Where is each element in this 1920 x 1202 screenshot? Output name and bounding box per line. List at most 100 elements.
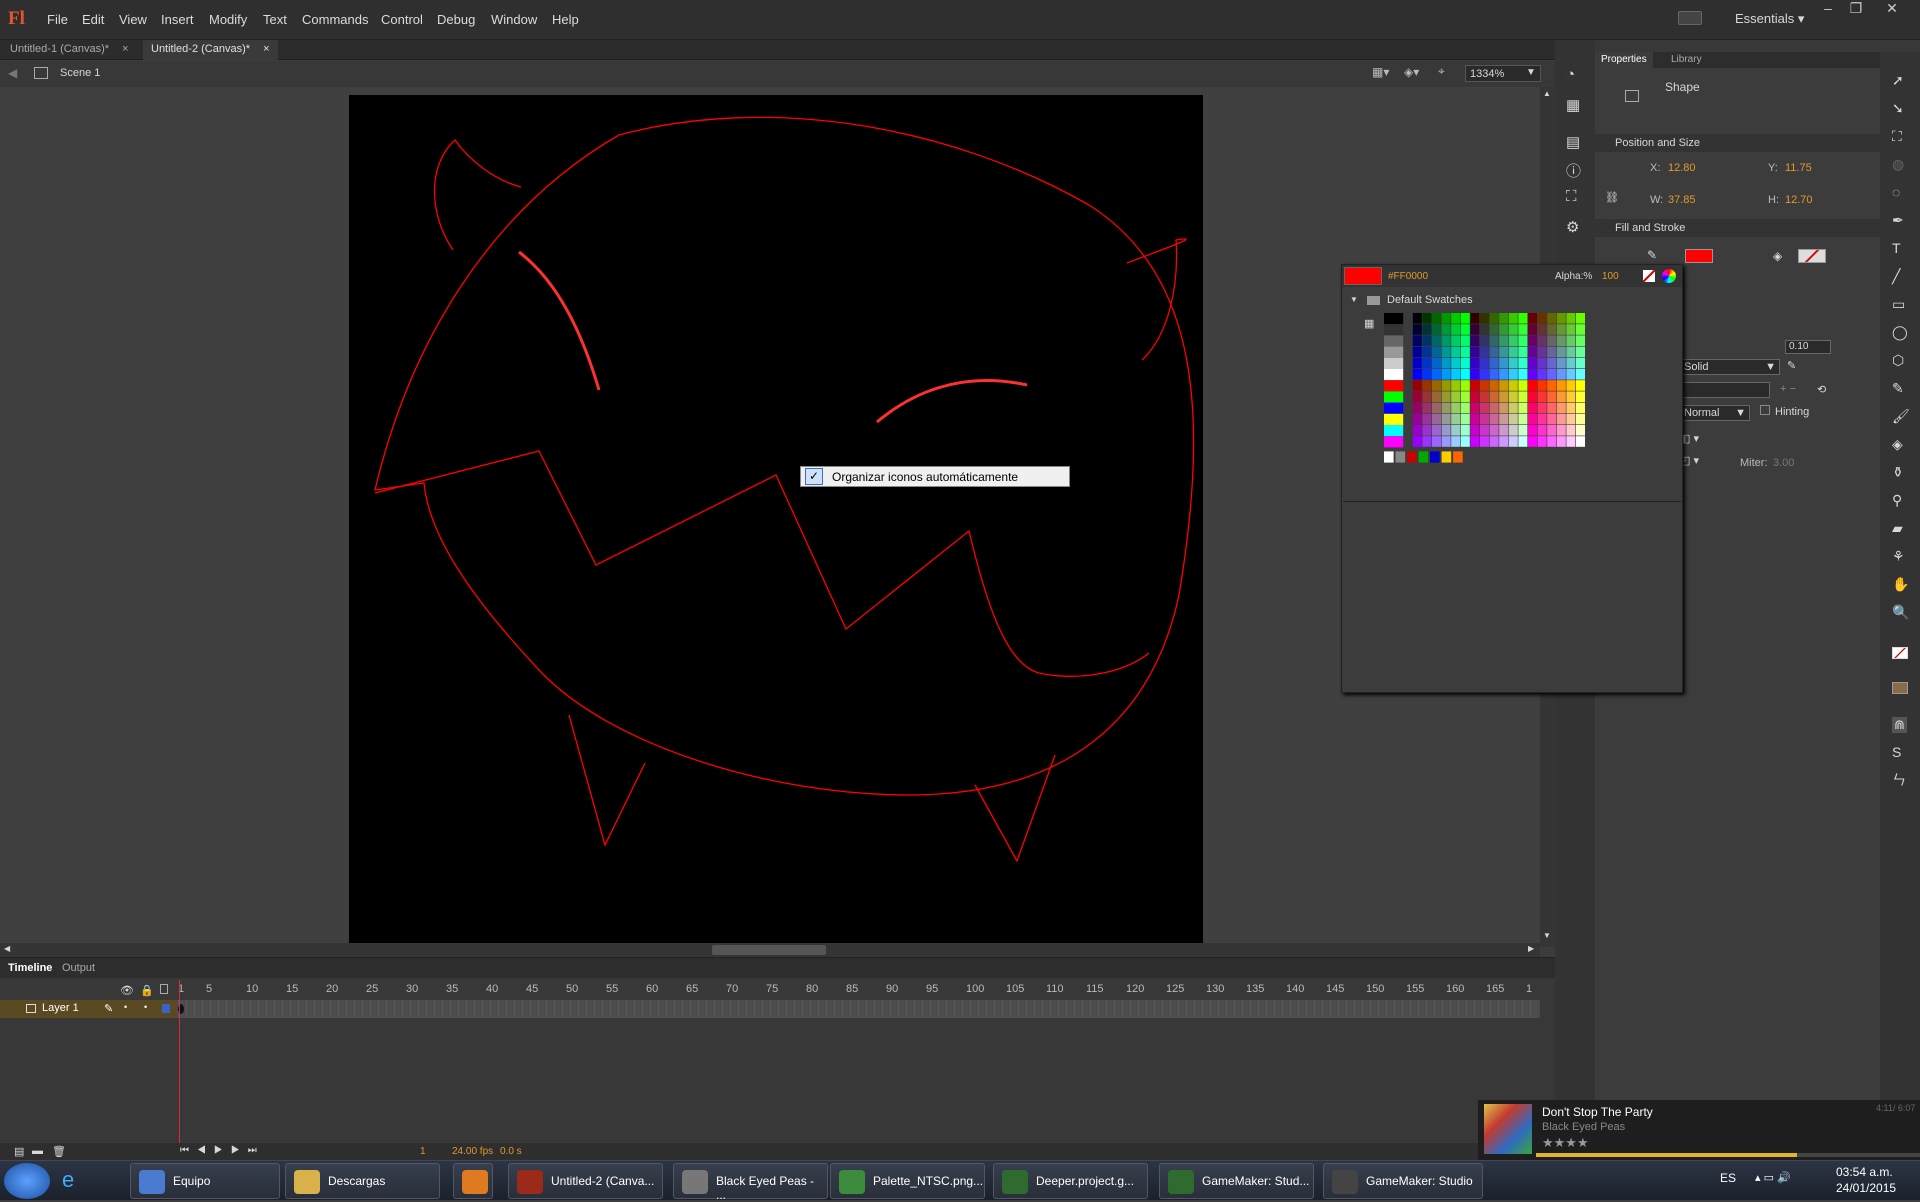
swatch[interactable]: [1432, 346, 1441, 358]
swatch[interactable]: [1480, 335, 1489, 346]
swatch[interactable]: [1576, 391, 1585, 402]
swatch[interactable]: [1432, 369, 1441, 380]
edit-symbol-icon[interactable]: ◈▾: [1404, 65, 1419, 79]
swatch[interactable]: [1576, 324, 1585, 335]
swatch[interactable]: [1441, 402, 1451, 414]
swatch[interactable]: [1576, 380, 1585, 391]
swatch[interactable]: [1470, 413, 1480, 425]
menu-control[interactable]: Control: [381, 12, 423, 27]
swatch[interactable]: [1556, 357, 1566, 369]
gradient-swatch[interactable]: [1453, 451, 1463, 463]
tab-library[interactable]: Library: [1665, 52, 1708, 68]
swatch[interactable]: [1422, 324, 1432, 335]
swatch[interactable]: [1547, 425, 1557, 436]
swatch[interactable]: [1470, 313, 1480, 324]
swatch[interactable]: [1422, 413, 1432, 425]
swatch[interactable]: [1480, 380, 1489, 391]
swatch[interactable]: [1412, 313, 1422, 324]
gradient-swatch[interactable]: [1395, 451, 1406, 463]
swatch[interactable]: [1499, 357, 1509, 369]
swatch[interactable]: [1566, 369, 1576, 380]
swatch[interactable]: [1518, 313, 1528, 324]
swatch[interactable]: [1566, 357, 1576, 369]
swatch[interactable]: [1460, 436, 1470, 447]
swatch[interactable]: [1460, 324, 1470, 335]
swatch[interactable]: [1470, 380, 1480, 391]
swatch[interactable]: [1508, 413, 1518, 425]
style-select[interactable]: Solid ▼: [1680, 359, 1780, 375]
swatch[interactable]: [1460, 413, 1470, 425]
swatch[interactable]: [1451, 413, 1461, 425]
menu-commands[interactable]: Commands: [302, 12, 368, 27]
swatch[interactable]: [1508, 380, 1518, 391]
swatch[interactable]: [1451, 335, 1461, 346]
swatch[interactable]: [1451, 346, 1461, 358]
selection-tool-icon[interactable]: ➚: [1892, 72, 1904, 89]
swatch[interactable]: [1412, 335, 1422, 346]
smooth-icon[interactable]: S: [1892, 744, 1901, 760]
swatch[interactable]: [1451, 324, 1461, 335]
swatch[interactable]: [1518, 425, 1528, 436]
menu-view[interactable]: View: [119, 12, 147, 27]
swatch[interactable]: [1412, 391, 1422, 402]
swatch[interactable]: [1460, 402, 1470, 414]
swatch[interactable]: [1489, 436, 1499, 447]
link-icon[interactable]: ⛓: [1605, 191, 1619, 204]
swatch[interactable]: [1556, 402, 1566, 414]
3d-rotation-icon[interactable]: ◍: [1892, 156, 1904, 173]
swatch[interactable]: [1528, 313, 1537, 324]
swatch[interactable]: [1412, 369, 1422, 380]
ink-bottle-icon[interactable]: ⚱: [1892, 464, 1904, 481]
swatch[interactable]: [1499, 425, 1509, 436]
swatch[interactable]: [1384, 369, 1404, 381]
swatch[interactable]: [1566, 402, 1576, 414]
swatch[interactable]: [1518, 380, 1528, 391]
swatch[interactable]: [1384, 313, 1404, 325]
swatch[interactable]: [1537, 425, 1547, 436]
swatch[interactable]: [1566, 380, 1576, 391]
swatch[interactable]: [1566, 391, 1576, 402]
current-frame[interactable]: 1: [420, 1146, 426, 1157]
swatch[interactable]: [1547, 357, 1557, 369]
subselection-tool-icon[interactable]: ➘: [1892, 100, 1904, 117]
taskbar-item[interactable]: [453, 1163, 493, 1199]
swatch[interactable]: [1537, 369, 1547, 380]
start-button[interactable]: [4, 1163, 50, 1199]
swatch[interactable]: [1384, 425, 1404, 437]
swatch[interactable]: [1537, 324, 1547, 335]
stage-canvas[interactable]: [349, 95, 1203, 945]
swatch[interactable]: [1432, 357, 1441, 369]
tab-untitled-2[interactable]: Untitled-2 (Canvas)* ×: [143, 40, 278, 60]
eyedropper-icon[interactable]: ⚲: [1892, 492, 1902, 509]
fill-stroke-header[interactable]: Fill and Stroke: [1595, 219, 1880, 237]
swatch[interactable]: [1566, 324, 1576, 335]
motion-editor-icon[interactable]: ◔: [1566, 66, 1575, 83]
swatch[interactable]: [1384, 335, 1404, 347]
workspace-switcher[interactable]: Essentials ▾: [1735, 11, 1804, 27]
transform-icon[interactable]: ⛶: [1566, 188, 1577, 205]
swatch[interactable]: [1566, 436, 1576, 447]
swatch[interactable]: [1441, 324, 1451, 335]
swatch[interactable]: [1441, 436, 1451, 447]
edit-scene-icon[interactable]: ▦▾: [1372, 65, 1389, 79]
swatch[interactable]: [1384, 357, 1404, 369]
swatch[interactable]: [1480, 413, 1489, 425]
swatch[interactable]: [1460, 380, 1470, 391]
swatch[interactable]: [1499, 324, 1509, 335]
swatch[interactable]: [1432, 313, 1441, 324]
swatch[interactable]: [1518, 357, 1528, 369]
scale-select[interactable]: Normal ▼: [1680, 405, 1750, 421]
swatch[interactable]: [1451, 380, 1461, 391]
width-profile-select[interactable]: [1680, 382, 1770, 398]
hex-value[interactable]: #FF0000: [1388, 271, 1428, 282]
swatch[interactable]: [1460, 425, 1470, 436]
swatch[interactable]: [1422, 402, 1432, 414]
swatch[interactable]: [1556, 369, 1566, 380]
swatch[interactable]: [1422, 425, 1432, 436]
frame-track[interactable]: [178, 1000, 1538, 1018]
swatch[interactable]: [1441, 391, 1451, 402]
hand-tool-icon[interactable]: ✋: [1892, 576, 1909, 593]
swatch[interactable]: [1518, 436, 1528, 447]
swatch[interactable]: [1441, 369, 1451, 380]
no-color-icon[interactable]: [1643, 270, 1655, 282]
